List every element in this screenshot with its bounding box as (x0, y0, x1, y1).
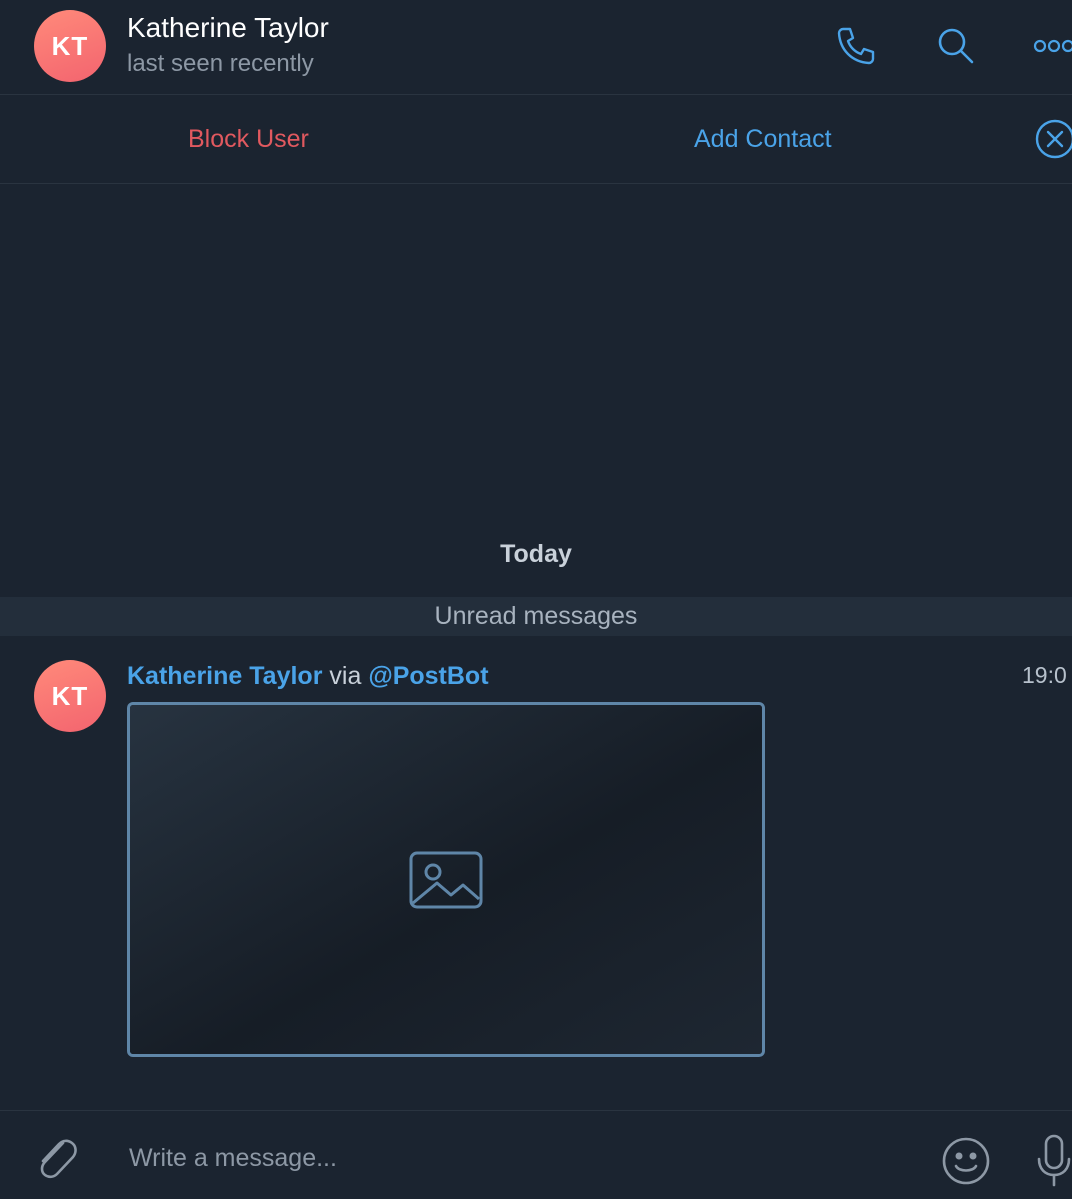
block-user-button[interactable]: Block User (188, 125, 309, 154)
image-icon (409, 851, 483, 908)
contact-name[interactable]: Katherine Taylor (127, 12, 329, 44)
contact-status: last seen recently (127, 50, 314, 77)
phone-icon[interactable] (834, 24, 878, 68)
sender-avatar-initials: KT (51, 680, 89, 711)
search-icon[interactable] (934, 24, 978, 68)
message-sender-line: Katherine Taylor via @PostBot (127, 662, 489, 691)
message-time: 19:0 (1022, 662, 1067, 688)
contact-avatar[interactable]: KT (34, 10, 106, 82)
close-circle-icon[interactable] (1034, 118, 1072, 160)
emoji-icon[interactable] (940, 1135, 992, 1187)
sender-avatar[interactable]: KT (34, 660, 106, 732)
paperclip-icon[interactable] (32, 1131, 80, 1181)
contact-action-bar: Block User Add Contact (0, 95, 1072, 184)
bot-username-link[interactable]: @PostBot (368, 662, 488, 690)
image-placeholder (130, 705, 762, 1054)
message-input[interactable] (127, 1137, 911, 1179)
chat-header: KT Katherine Taylor last seen recently (0, 0, 1072, 95)
unread-messages-label: Unread messages (434, 602, 638, 630)
microphone-icon[interactable] (1034, 1131, 1072, 1191)
via-label: via (329, 662, 362, 690)
contact-avatar-initials: KT (51, 30, 89, 61)
message-composer (0, 1110, 1072, 1199)
more-icon[interactable] (1032, 24, 1072, 68)
unread-messages-bar: Unread messages (0, 597, 1072, 636)
sender-name[interactable]: Katherine Taylor (127, 662, 322, 690)
message-media[interactable] (127, 702, 765, 1057)
add-contact-button[interactable]: Add Contact (694, 125, 832, 154)
date-separator: Today (500, 540, 572, 568)
